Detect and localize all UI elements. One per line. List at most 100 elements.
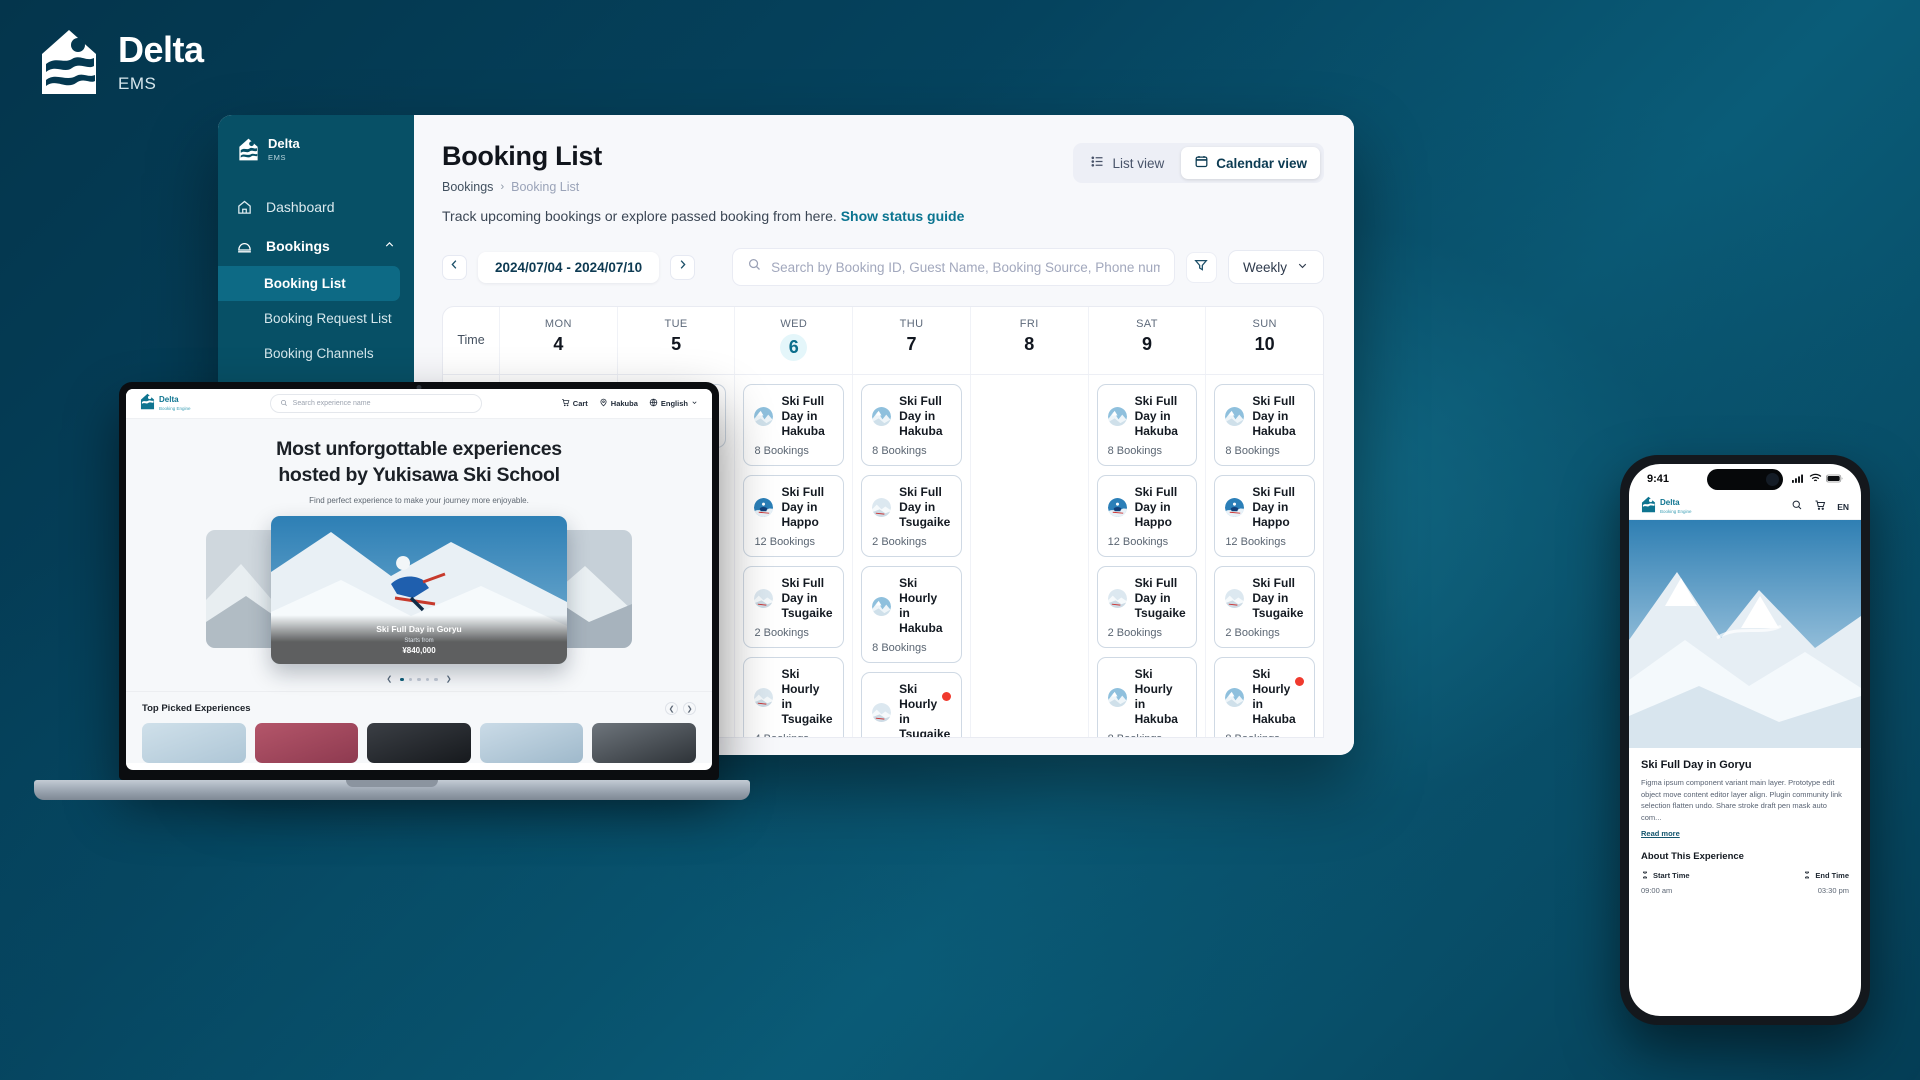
day-of-week: TUE (664, 318, 688, 330)
calendar-column-wed: Ski Full Day in Hakuba 8 Bookings Ski Full… (734, 375, 852, 737)
day-header-sun[interactable]: SUN 10 (1205, 307, 1323, 374)
carousel-prev-icon[interactable]: ❮ (386, 675, 392, 683)
list-view-button[interactable]: List view (1077, 147, 1177, 179)
booking-card[interactable]: Ski Full Day in Hakuba 8 Bookings (743, 384, 845, 466)
phone-navbar: Delta Booking Engine EN (1629, 494, 1861, 520)
filter-button[interactable] (1185, 251, 1217, 283)
cart-button[interactable]: Cart (561, 398, 588, 409)
top-picked-prev-button[interactable]: ❮ (665, 702, 678, 716)
hero-heading-line1: Most unforgottable experiences (276, 438, 562, 460)
previous-week-button[interactable] (442, 254, 467, 280)
top-picked-next-button[interactable]: ❯ (683, 702, 696, 716)
booking-card[interactable]: Ski Full Day in Happo 12 Bookings (743, 475, 845, 557)
booking-title: Ski Full Day in Hakuba (1252, 394, 1296, 438)
day-header-thu[interactable]: THU 7 (852, 307, 970, 374)
battery-icon (1826, 470, 1843, 488)
search-icon (280, 399, 288, 409)
sidebar-item-bookings[interactable]: Bookings (218, 227, 414, 266)
carousel-dot[interactable] (434, 677, 438, 682)
day-header-fri[interactable]: FRI 8 (969, 307, 1088, 374)
top-picked-card[interactable] (142, 723, 246, 764)
site-logo[interactable]: Delta Booking Engine (140, 393, 191, 415)
search-icon[interactable] (1791, 498, 1803, 516)
phone-language-label[interactable]: EN (1837, 502, 1849, 512)
booking-card[interactable]: Ski Hourly in Tsugaike 4 Bookings (743, 657, 845, 737)
day-of-week: FRI (1019, 318, 1039, 330)
experience-title: Ski Full Day in Goryu (1641, 759, 1752, 771)
search-input[interactable] (771, 259, 1160, 275)
booking-card[interactable]: Ski Hourly in Hakuba 8 Bookings (1214, 657, 1316, 737)
cart-icon[interactable] (1814, 498, 1826, 516)
period-select[interactable]: Weekly (1227, 250, 1324, 284)
booking-thumbnail (1107, 589, 1127, 608)
carousel-dot[interactable] (408, 677, 413, 682)
day-header-tue[interactable]: TUE 5 (616, 307, 735, 374)
day-number: 8 (1024, 334, 1035, 354)
booking-card[interactable]: Ski Full Day in Happo 12 Bookings (1214, 475, 1316, 557)
carousel-dot[interactable] (417, 677, 421, 682)
booking-card[interactable]: Ski Full Day in Hakuba 8 Bookings (861, 384, 962, 466)
sidebar-item-booking-request-list[interactable]: Booking Request List (218, 301, 414, 336)
language-selector[interactable]: English (649, 398, 698, 409)
day-header-wed[interactable]: WED 6 (734, 307, 852, 374)
read-more-link[interactable]: Read more (1641, 829, 1849, 838)
booking-card[interactable]: Ski Hourly in Tsugaike2 Bookings (861, 672, 962, 737)
top-picked-card[interactable] (479, 723, 584, 764)
day-header-mon[interactable]: MON 4 (499, 307, 617, 374)
top-picked-card[interactable] (367, 723, 471, 764)
booking-thumbnail (754, 407, 774, 426)
date-range-selector[interactable]: 2024/07/04 - 2024/07/10 (478, 251, 660, 283)
carousel-slide-active[interactable]: Ski Full Day in Goryu Starts from ¥840,0… (271, 516, 567, 665)
sidebar-item-booking-list[interactable]: Booking List (218, 265, 400, 301)
site-search-box[interactable]: Search experience name (269, 394, 482, 413)
booking-card[interactable]: Ski Full Day in Tsugaike 2 Bookings (1214, 566, 1316, 648)
day-header-sat[interactable]: SAT 9 (1087, 307, 1206, 374)
site-logo-title: Delta (159, 395, 179, 405)
sidebar-item-label: Bookings (266, 238, 330, 255)
site-logo-subtitle: Booking Engine (159, 405, 191, 411)
booking-title: Ski Full Day in Hakuba (899, 394, 943, 438)
carousel-next-icon[interactable]: ❯ (446, 675, 452, 683)
booking-count: 8 Bookings (872, 445, 927, 457)
alert-dot-icon (1295, 677, 1305, 686)
booking-title: Ski Full Day in Tsugaike (1134, 576, 1186, 620)
pin-icon (599, 398, 608, 409)
booking-card[interactable]: Ski Hourly in Hakuba 8 Bookings (1096, 657, 1198, 737)
booking-card[interactable]: Ski Full Day in Tsugaike 2 Bookings (1096, 566, 1198, 648)
calendar-column-fri (969, 375, 1088, 737)
top-picked-card[interactable] (254, 723, 359, 764)
booking-card[interactable]: Ski Full Day in Hakuba 8 Bookings (1096, 384, 1198, 466)
top-picked-card[interactable] (592, 723, 696, 764)
carousel-price: ¥840,000 (402, 646, 436, 656)
sidebar-logo[interactable]: Delta EMS (218, 137, 414, 162)
carousel-dot[interactable] (400, 677, 404, 682)
booking-card[interactable]: Ski Hourly in Hakuba 8 Bookings (861, 566, 962, 663)
time-column-header: Time (457, 332, 485, 347)
booking-card[interactable]: Ski Full Day in Tsugaike 2 Bookings (861, 475, 962, 557)
show-status-guide-link[interactable]: Show status guide (841, 208, 965, 224)
search-box[interactable] (732, 248, 1175, 286)
carousel-dot[interactable] (425, 677, 430, 682)
language-label: English (660, 399, 688, 408)
sidebar-item-dashboard[interactable]: Dashboard (218, 188, 414, 227)
booking-title: Ski Full Day in Tsugaike (781, 576, 833, 620)
booking-card[interactable]: Ski Full Day in Hakuba 8 Bookings (1214, 384, 1316, 466)
calendar-view-button[interactable]: Calendar view (1181, 147, 1320, 179)
site-nav-actions: Cart Hakuba English (561, 398, 698, 409)
breadcrumb-parent[interactable]: Bookings (442, 180, 493, 194)
chevron-left-icon (448, 258, 461, 276)
next-week-button[interactable] (670, 254, 696, 280)
location-selector[interactable]: Hakuba (599, 398, 638, 409)
carousel-pagination: ❮ ❯ (126, 675, 712, 683)
chevron-down-icon (1296, 259, 1309, 275)
phone-site-logo[interactable]: Delta Booking Engine (1641, 496, 1692, 518)
booking-count: 2 Bookings (872, 536, 927, 548)
booking-card[interactable]: Ski Full Day in Tsugaike 2 Bookings (743, 566, 845, 648)
experience-carousel: Ski Full Day in Goryu Starts from ¥840,0… (126, 516, 712, 668)
booking-title: Ski Full Day in Hakuba (781, 394, 825, 438)
location-label: Hakuba (610, 399, 638, 408)
laptop-screen: Delta Booking Engine Search experience n… (119, 382, 719, 780)
top-picked-arrows: ❮ ❯ (665, 702, 696, 716)
booking-card[interactable]: Ski Full Day in Happo 12 Bookings (1096, 475, 1198, 557)
sidebar-item-booking-channels[interactable]: Booking Channels (218, 336, 414, 371)
